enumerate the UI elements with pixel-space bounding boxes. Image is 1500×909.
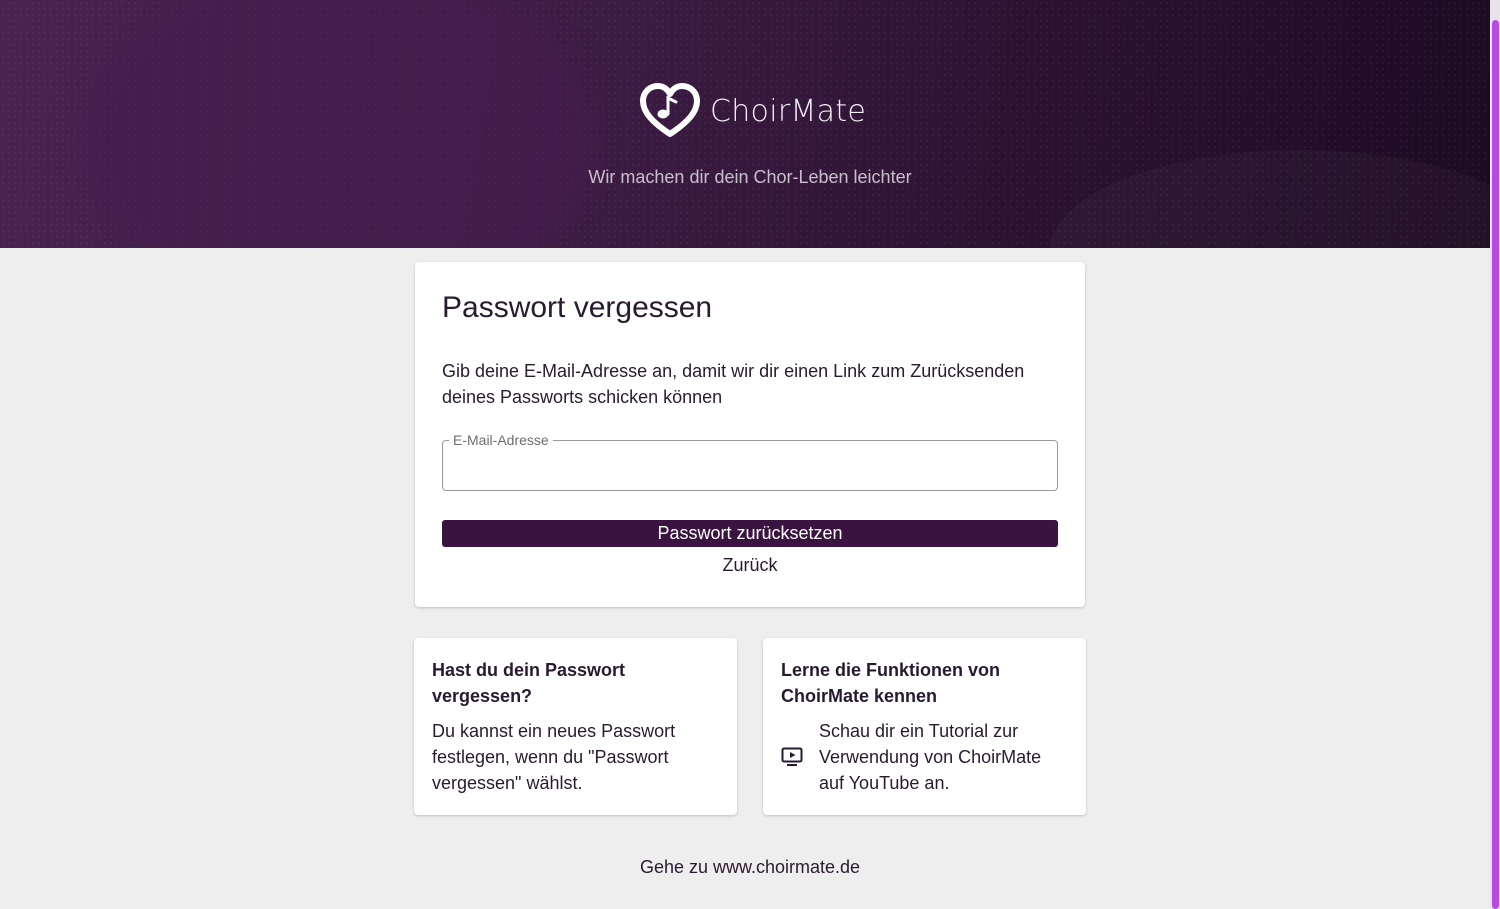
reset-password-button[interactable]: Passwort zurücksetzen bbox=[442, 520, 1058, 547]
back-link[interactable]: Zurück bbox=[415, 555, 1085, 576]
scrollbar-thumb[interactable] bbox=[1492, 20, 1499, 909]
scrollbar-track[interactable] bbox=[1490, 0, 1500, 909]
tutorial-text: Schau dir ein Tutorial zur Verwendung vo… bbox=[819, 721, 1042, 793]
youtube-tutorial-link[interactable]: Schau dir ein Tutorial zur Verwendung vo… bbox=[781, 718, 1071, 796]
header-wave-shape bbox=[80, 0, 600, 248]
forgot-password-info-card: Hast du dein Passwort vergessen? Du kann… bbox=[414, 638, 737, 815]
tutorial-info-card: Lerne die Funktionen von ChoirMate kenne… bbox=[763, 638, 1086, 815]
password-reset-card: Passwort vergessen Gib deine E-Mail-Adre… bbox=[415, 262, 1085, 607]
info-card-title: Lerne die Funktionen von ChoirMate kenne… bbox=[781, 660, 1001, 706]
heart-music-note-icon bbox=[640, 83, 700, 137]
video-play-icon bbox=[781, 747, 803, 766]
info-card-title: Hast du dein Passwort vergessen? bbox=[432, 660, 626, 706]
reset-description: Gib deine E-Mail-Adresse an, damit wir d… bbox=[442, 361, 1025, 407]
website-link[interactable]: Gehe zu www.choirmate.de bbox=[0, 857, 1500, 878]
email-field-label: E-Mail-Adresse bbox=[449, 432, 553, 448]
email-input[interactable] bbox=[443, 441, 1057, 490]
brand-name: ChoirMate bbox=[710, 93, 867, 129]
info-card-body: Du kannst ein neues Passwort festlegen, … bbox=[432, 721, 676, 793]
choirmate-logo: ChoirMate bbox=[640, 82, 866, 140]
page-title: Passwort vergessen bbox=[442, 291, 713, 324]
tagline: Wir machen dir dein Chor-Leben leichter bbox=[588, 167, 912, 187]
